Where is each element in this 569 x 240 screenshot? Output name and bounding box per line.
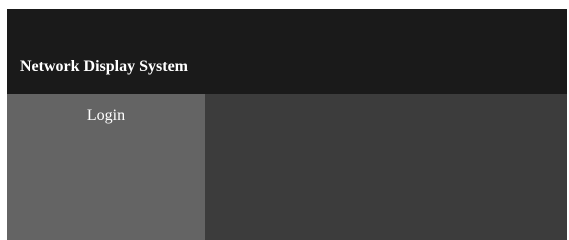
sidebar: Login <box>7 94 205 240</box>
sidebar-item-login[interactable]: Login <box>7 106 205 126</box>
main-content-area <box>205 94 567 240</box>
app-window: Network Display System Login <box>7 9 567 240</box>
header-bar: Network Display System <box>7 9 567 94</box>
app-title: Network Display System <box>20 58 188 75</box>
